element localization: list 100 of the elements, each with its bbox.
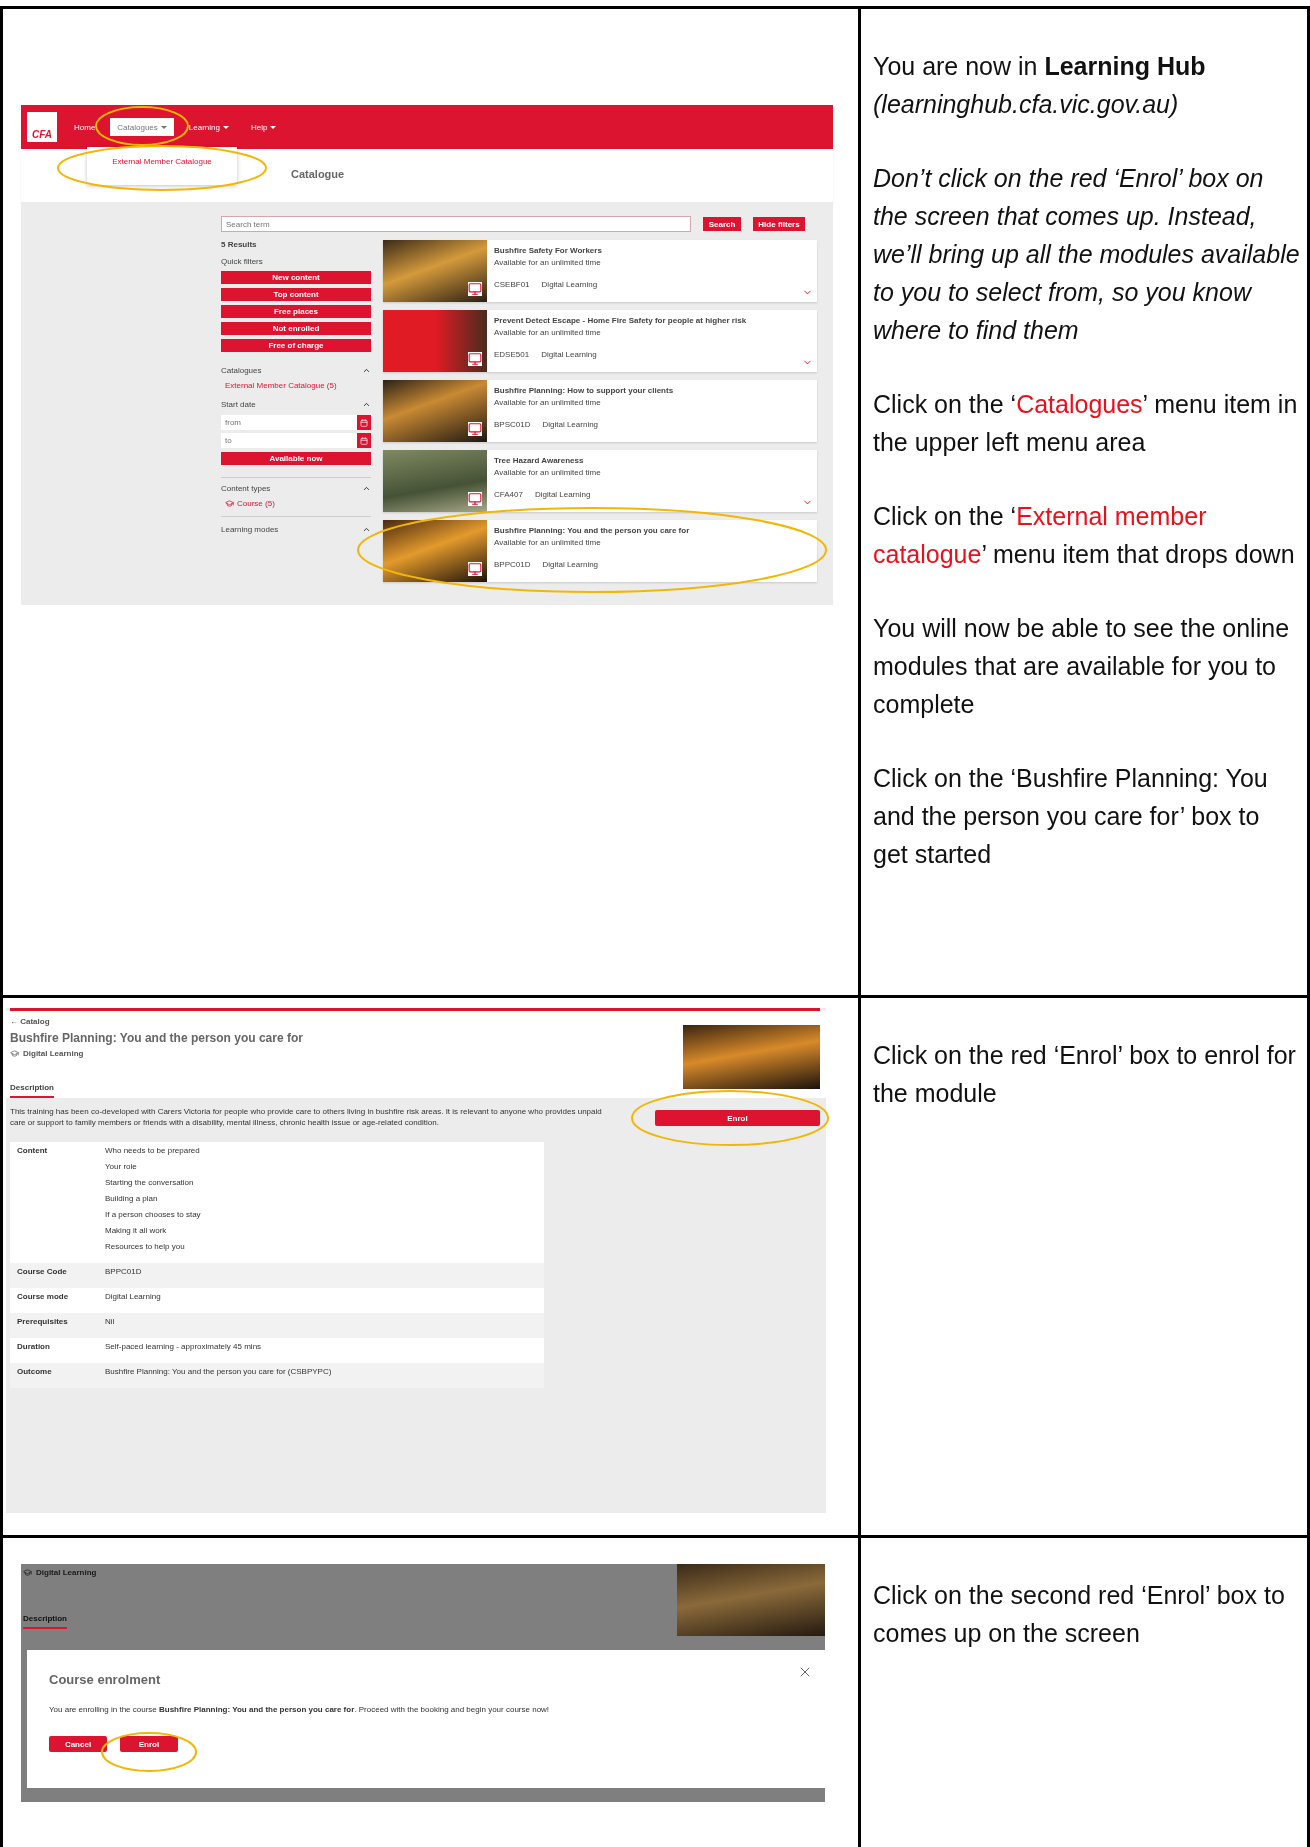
calendar-icon xyxy=(360,418,368,427)
calendar-button[interactable] xyxy=(357,415,371,430)
dialog-title: Course enrolment xyxy=(49,1672,162,1687)
dialog-button[interactable]: Cancel xyxy=(49,1736,107,1752)
nav-menu-item[interactable]: Catalogues xyxy=(110,118,174,136)
course-mode: Digital Learning xyxy=(534,490,591,499)
nav-menu-item[interactable]: Home xyxy=(67,118,103,136)
monitor-icon xyxy=(468,492,482,506)
search-button[interactable]: Search xyxy=(703,217,741,231)
chevron-up-icon[interactable] xyxy=(362,400,371,409)
page-title: Catalogue xyxy=(291,168,345,180)
course-code: BPSC01D xyxy=(494,420,531,429)
table-cell-text: BPPC01D xyxy=(105,1267,143,1276)
filter-heading: Content types xyxy=(221,484,271,493)
chevron-up-icon[interactable] xyxy=(362,366,371,375)
table-cell-text: Who needs to be prepared xyxy=(105,1146,201,1155)
course-mode: Digital Learning xyxy=(542,560,599,569)
course-mode: Digital Learning xyxy=(541,280,598,289)
dialog-message: You are enrolling in the course Bushfire Planning: You and the person you care for. Proceed with the booking and begin your course now! xyxy=(49,1705,551,1714)
course-mode: Digital Learning xyxy=(541,350,597,359)
graduation-cap-icon xyxy=(225,499,234,508)
hide-filters-button[interactable]: Hide filters xyxy=(753,217,805,231)
table-cell-text: Outcome xyxy=(17,1367,53,1376)
logo[interactable]: CFA xyxy=(25,110,59,144)
caret-icon xyxy=(222,125,229,129)
quick-filter-button[interactable]: Top content xyxy=(221,288,371,301)
course-mode: Digital Learning xyxy=(542,420,599,429)
table-cell-text: Self-paced learning - approximately 45 mins xyxy=(105,1342,263,1351)
course-title: Bushfire Planning: How to support your clients xyxy=(494,386,675,395)
course-card[interactable]: Bushfire Planning: You and the person you care for Available for an unlimited time BPPC01D Digital Learning xyxy=(383,520,817,582)
quick-filter-button[interactable]: Not enrolled xyxy=(221,322,371,335)
date-field[interactable]: to xyxy=(221,433,357,448)
monitor-icon xyxy=(468,352,482,366)
search-field[interactable]: Search term xyxy=(221,216,691,232)
course-availability: Available for an unlimited time xyxy=(494,538,602,547)
enrol-button[interactable]: Enrol xyxy=(655,1110,820,1126)
course-card[interactable]: Bushfire Safety For Workers Available for an unlimited time CSEBF01 Digital Learning xyxy=(383,240,817,302)
course-code: BPPC01D xyxy=(494,560,531,569)
dialog-button[interactable]: Enrol xyxy=(120,1736,178,1752)
quick-filter-button[interactable]: Free places xyxy=(221,305,371,318)
filter-heading: Start date xyxy=(221,400,256,409)
table-cell-text: If a person chooses to stay xyxy=(105,1210,202,1219)
course-description: This training has been co-developed with Carers Victoria for people who provide care to others living in bushfire risk areas. It is relevant to anyone who provides unpaid care or support to family members or friends with a disability, mental illness, chronic health issue or age-related condition. xyxy=(10,1106,603,1128)
nav-menu-item[interactable]: Learning xyxy=(181,118,236,136)
course-code: CFA407 xyxy=(494,490,523,499)
chevron-up-icon[interactable] xyxy=(362,525,371,534)
table-cell-text: Nil xyxy=(105,1317,116,1326)
instruction-text: You will now be able to see the online modules that are available for you to complete xyxy=(873,613,1291,720)
filter-heading: Learning modes xyxy=(221,525,279,534)
table-cell-text: Content xyxy=(17,1146,49,1157)
course-title: Prevent Detect Escape - Home Fire Safety for people at higher risk xyxy=(494,316,748,325)
table-cell-text: Making it all work xyxy=(105,1226,168,1235)
course-card[interactable]: Tree Hazard Awareness Available for an unlimited time CFA407 Digital Learning xyxy=(383,450,817,512)
table-cell-text: Digital Learning xyxy=(105,1292,162,1301)
chevron-up-icon[interactable] xyxy=(362,484,371,493)
course-mode: Digital Learning xyxy=(23,1049,84,1058)
results-count: 5 Results xyxy=(221,240,258,249)
calendar-button[interactable] xyxy=(357,433,371,448)
filter-heading: Catalogues xyxy=(221,366,262,375)
monitor-icon xyxy=(468,562,482,576)
caret-icon xyxy=(160,125,167,129)
caret-icon xyxy=(270,125,277,129)
available-now-button[interactable]: Available now xyxy=(221,452,371,465)
course-availability: Available for an unlimited time xyxy=(494,328,602,337)
monitor-icon xyxy=(468,282,482,296)
table-cell-text: Starting the conversation xyxy=(105,1178,195,1187)
dropdown-item[interactable]: External Member Catalogue xyxy=(112,157,212,167)
table-cell-text: Bushfire Planning: You and the person you care for (CSBPYPC) xyxy=(105,1367,333,1376)
instruction-text: You are now in Learning Hub (learninghub.cfa.vic.gov.au) xyxy=(873,51,1207,120)
course-title: Bushfire Planning: You and the person you care for xyxy=(494,526,691,535)
table-cell-text: Prerequisites xyxy=(17,1317,69,1326)
course-code: CSEBF01 xyxy=(494,280,530,289)
tab[interactable]: Description xyxy=(23,1614,67,1629)
course-mode: Digital Learning xyxy=(36,1568,97,1577)
graduation-cap-icon xyxy=(23,1568,32,1577)
date-field[interactable]: from xyxy=(221,415,357,430)
filter-heading: Quick filters xyxy=(221,257,264,266)
nav-menu-item[interactable]: Help xyxy=(243,118,284,136)
quick-filter-button[interactable]: Free of charge xyxy=(221,339,371,352)
course-title: Bushfire Planning: You and the person you care for xyxy=(10,1031,303,1045)
course-availability: Available for an unlimited time xyxy=(494,468,602,477)
graduation-cap-icon xyxy=(10,1049,19,1058)
instruction-text: Don’t click on the red ‘Enrol’ box on the screen that comes up. Instead, we’ll bring up all the modules available to you to select from, so you know where to find them xyxy=(873,163,1301,346)
course-title: Bushfire Safety For Workers xyxy=(494,246,603,255)
instruction-text: Click on the second red ‘Enrol’ box to comes up on the screen xyxy=(873,1580,1286,1649)
instruction-text: Click on the ‘Catalogues’ menu item in the upper left menu area xyxy=(873,389,1299,458)
table-cell-text: Course Code xyxy=(17,1267,68,1276)
table-cell-text: Resources to help you xyxy=(105,1242,186,1251)
instruction-text: Click on the ‘External member catalogue’ menu item that drops down xyxy=(873,501,1296,570)
course-card[interactable]: Bushfire Planning: How to support your clients Available for an unlimited time BPSC01D Digital Learning xyxy=(383,380,817,442)
quick-filter-button[interactable]: New content xyxy=(221,271,371,284)
course-availability: Available for an unlimited time xyxy=(494,398,602,407)
instruction-text: Click on the ‘Bushfire Planning: You and the person you care for’ box to get started xyxy=(873,763,1269,870)
back-link[interactable]: ← Catalog xyxy=(10,1017,303,1026)
course-card[interactable]: Prevent Detect Escape - Home Fire Safety for people at higher risk Available for an unlimited time EDSE501 Digital Learning xyxy=(383,310,817,372)
filter-link[interactable]: External Member Catalogue (5) xyxy=(225,381,371,390)
course-availability: Available for an unlimited time xyxy=(494,258,602,267)
table-cell-text: Course mode xyxy=(17,1292,70,1301)
filter-link[interactable]: Course (5) xyxy=(237,499,275,508)
course-code: EDSE501 xyxy=(494,350,530,359)
